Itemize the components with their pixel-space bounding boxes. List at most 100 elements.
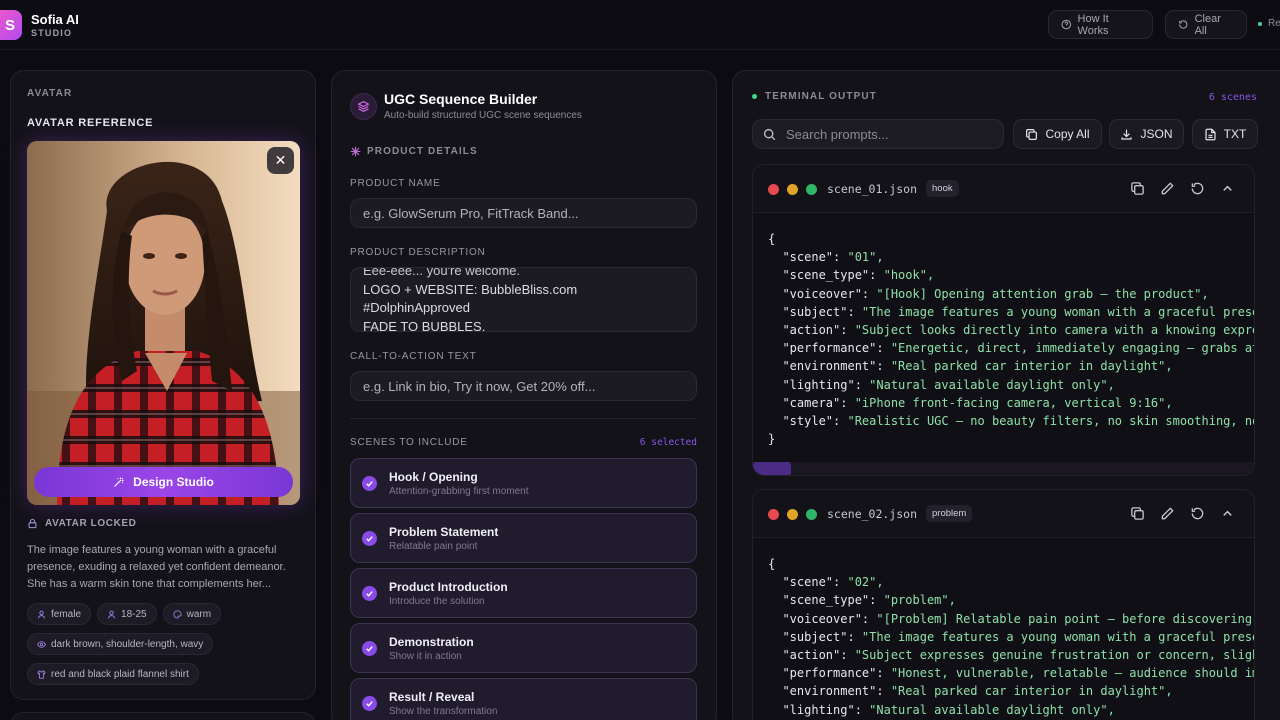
search-prompts-input[interactable]: Search prompts... <box>752 119 1004 149</box>
chip-age: 18-25 <box>97 603 157 625</box>
json-value: "[Hook] Opening attention grab — the pro… <box>876 286 1209 301</box>
scene-option-product-intro[interactable]: Product Introduction Introduce the solut… <box>350 568 697 618</box>
scene-option-hook[interactable]: Hook / Opening Attention-grabbing first … <box>350 458 697 508</box>
scene-filename: scene_02.json <box>827 507 918 521</box>
chip-hair: dark brown, shoulder-length, wavy <box>27 633 214 655</box>
checkmark-icon <box>362 586 377 601</box>
json-key: "scene": <box>768 250 848 265</box>
product-description-textarea[interactable]: Eee-eee... you're welcome. LOGO + WEBSIT… <box>350 267 697 332</box>
live-status-dot <box>752 94 757 99</box>
code-line: "style": "Realistic UGC — no beauty filt… <box>768 412 1254 430</box>
design-studio-button[interactable]: Design Studio <box>34 467 293 497</box>
regenerate-icon[interactable] <box>1190 181 1206 197</box>
avatar-description: The image features a young woman with a … <box>27 544 286 590</box>
avatar-locked-status: AVATAR LOCKED <box>27 518 137 529</box>
clear-all-button[interactable]: Clear All <box>1165 10 1247 39</box>
json-key: "subject": <box>768 304 862 319</box>
remove-avatar-button[interactable]: ✕ <box>267 147 294 174</box>
json-key: "action": <box>768 648 855 663</box>
code-line: "scene": "02", <box>768 573 1254 591</box>
json-key: "environment": <box>768 359 891 374</box>
checkmark-icon <box>362 696 377 711</box>
code-card-header: scene_02.json problem <box>753 490 1254 538</box>
json-value: "Subject looks directly into camera with… <box>854 323 1255 338</box>
product-name-input[interactable]: e.g. GlowSerum Pro, FitTrack Band... <box>350 198 697 228</box>
chevron-up-icon[interactable] <box>1220 506 1236 522</box>
json-key: "voiceover": <box>768 611 877 626</box>
export-json-button[interactable]: JSON <box>1109 119 1184 149</box>
json-value: "Natural available daylight only", <box>869 377 1115 392</box>
code-line: "camera": "iPhone front-facing camera, v… <box>768 394 1254 412</box>
copy-icon[interactable] <box>1130 506 1146 522</box>
traffic-light-green <box>806 509 817 520</box>
json-value: "01", <box>847 250 884 265</box>
code-line: "environment": "Real parked car interior… <box>768 682 1254 700</box>
copy-all-button[interactable]: Copy All <box>1013 119 1102 149</box>
json-key: "style": <box>768 414 848 429</box>
section-divider <box>350 418 697 419</box>
code-line: "subject": "The image features a young w… <box>768 628 1254 646</box>
scene-count: 6 scenes <box>1208 92 1257 103</box>
avatar-locked-label: AVATAR LOCKED <box>45 518 137 529</box>
app-name: Sofia AI <box>31 12 79 27</box>
design-studio-label: Design Studio <box>133 475 214 489</box>
avatar-attribute-chips: female 18-25 warm dark brown, shoulder-l… <box>27 603 307 685</box>
app-logo[interactable]: S <box>0 10 22 40</box>
horizontal-scrollbar[interactable] <box>753 462 1254 475</box>
json-key: "scene_type": <box>768 593 884 608</box>
json-value: "[Problem] Relatable pain point — before… <box>876 611 1255 626</box>
traffic-light-green <box>806 184 817 195</box>
json-value: "hook", <box>883 268 935 283</box>
code-line: "environment": "Real parked car interior… <box>768 357 1254 375</box>
lock-icon <box>28 518 37 529</box>
code-line: "voiceover": "[Hook] Opening attention g… <box>768 285 1254 303</box>
builder-subtitle: Auto-build structured UGC scene sequence… <box>384 110 582 121</box>
status-dot <box>1258 21 1262 26</box>
edit-pencil-icon[interactable] <box>1160 506 1176 522</box>
copy-icon[interactable] <box>1130 181 1146 197</box>
chip-skin-tone: warm <box>162 603 222 625</box>
eye-icon <box>37 640 46 648</box>
json-value: "The image features a young woman with a… <box>861 304 1255 319</box>
code-line: { <box>768 555 1254 573</box>
json-value: "Honest, vulnerable, relatable — audienc… <box>890 666 1255 681</box>
code-line: { <box>768 230 1254 248</box>
json-key: "camera": <box>768 395 855 410</box>
code-line: "lighting": "Natural available daylight … <box>768 701 1254 719</box>
code-line: "subject": "The image features a young w… <box>768 303 1255 321</box>
terminal-output-label: TERMINAL OUTPUT <box>765 91 877 102</box>
json-key: "performance": <box>768 666 891 681</box>
scene-type-tag: hook <box>926 180 959 197</box>
scene-option-problem[interactable]: Problem Statement Relatable pain point <box>350 513 697 563</box>
how-it-works-button[interactable]: How It Works <box>1048 10 1153 39</box>
cta-input[interactable]: e.g. Link in bio, Try it now, Get 20% of… <box>350 371 697 401</box>
scrollbar-thumb[interactable] <box>753 462 791 475</box>
chevron-up-icon[interactable] <box>1220 181 1236 197</box>
chip-outfit: red and black plaid flannel shirt <box>27 663 199 685</box>
json-key: "lighting": <box>768 377 870 392</box>
scene-option-result[interactable]: Result / Reveal Show the transformation <box>350 678 697 720</box>
export-txt-button[interactable]: TXT <box>1192 119 1258 149</box>
json-key: { <box>768 557 776 571</box>
download-icon <box>1121 129 1133 140</box>
regenerate-icon[interactable] <box>1190 506 1206 522</box>
code-line: } <box>768 430 1254 448</box>
json-value: "Real parked car interior in daylight", <box>890 359 1173 374</box>
builder-title: UGC Sequence Builder <box>384 91 538 107</box>
scene-type-tag: problem <box>926 505 973 522</box>
avatar-image: ✕ Design Studio <box>27 141 300 505</box>
scene-option-demonstration[interactable]: Demonstration Show it in action <box>350 623 697 673</box>
how-it-works-label: How It Works <box>1077 12 1109 37</box>
traffic-light-red <box>768 184 779 195</box>
json-value: "02", <box>847 575 884 590</box>
json-key: "environment": <box>768 684 891 699</box>
json-key: "action": <box>768 323 855 338</box>
edit-pencil-icon[interactable] <box>1160 181 1176 197</box>
code-card-header: scene_01.json hook <box>753 165 1254 213</box>
reset-icon <box>1179 20 1188 29</box>
json-value: "Real parked car interior in daylight", <box>890 684 1173 699</box>
code-line: "performance": "Honest, vulnerable, rela… <box>768 664 1255 682</box>
copy-icon <box>1026 128 1038 140</box>
avatar-reference-title: AVATAR REFERENCE <box>27 117 154 129</box>
code-line: "scene": "01", <box>768 248 1254 266</box>
